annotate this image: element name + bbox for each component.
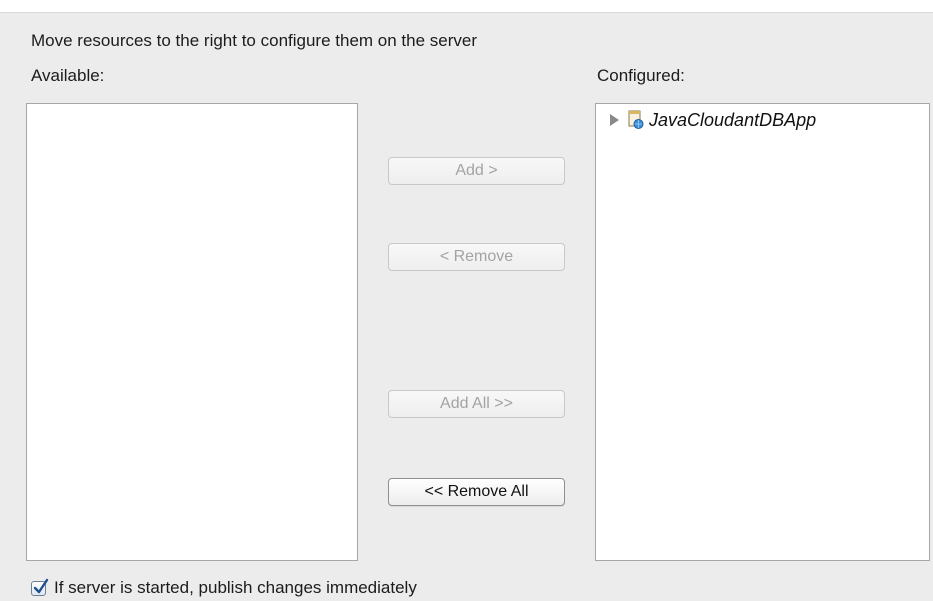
publish-label: If server is started, publish changes im… (54, 578, 417, 597)
available-label: Available: (31, 66, 105, 85)
tree-item-javaclouddantdbapp[interactable]: JavaCloudantDBApp (610, 108, 816, 132)
cropped-title-area (0, 0, 933, 14)
configured-list[interactable]: JavaCloudantDBApp (595, 103, 930, 561)
publish-option[interactable]: If server is started, publish changes im… (31, 578, 417, 598)
expand-arrow-icon[interactable] (610, 114, 619, 126)
add-all-button[interactable]: Add All >> (388, 390, 565, 418)
remove-button[interactable]: < Remove (388, 243, 565, 271)
add-button[interactable]: Add > (388, 157, 565, 185)
available-list[interactable] (26, 103, 358, 561)
tree-item-label: JavaCloudantDBApp (649, 109, 817, 130)
remove-all-button[interactable]: << Remove All (388, 478, 565, 506)
web-project-icon (627, 110, 645, 130)
publish-checkbox[interactable] (31, 578, 49, 596)
instruction-text: Move resources to the right to configure… (31, 31, 478, 50)
configured-label: Configured: (597, 66, 685, 85)
